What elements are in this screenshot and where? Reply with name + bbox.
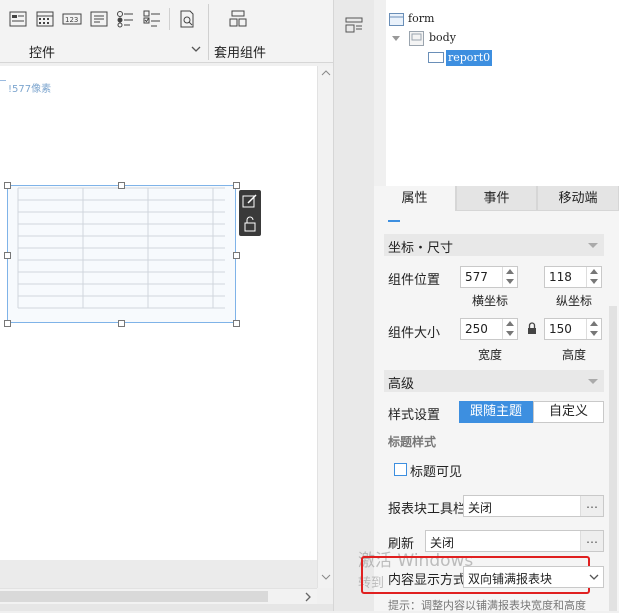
spinner-icon[interactable] — [502, 267, 517, 287]
title-style-label: 标题样式 — [388, 435, 437, 449]
resize-handle[interactable] — [4, 182, 11, 189]
spinner-icon[interactable] — [502, 319, 517, 339]
resize-handle[interactable] — [233, 320, 240, 327]
tab-events[interactable]: 事件 — [456, 186, 537, 211]
style-label: 样式设置 — [388, 408, 441, 423]
form-icon[interactable] — [9, 10, 27, 28]
report-widget[interactable] — [7, 185, 236, 323]
coords-section-title: 坐标・尺寸 — [388, 241, 454, 256]
scroll-down-icon[interactable] — [321, 574, 331, 580]
title-visible-checkbox[interactable] — [394, 463, 407, 476]
tab-properties[interactable]: 属性 — [374, 186, 456, 211]
collapse-icon — [588, 379, 598, 384]
size-label: 组件大小 — [388, 326, 441, 341]
advanced-section-header[interactable]: 高级 — [384, 370, 604, 392]
x-position-value: 577 — [465, 270, 488, 284]
side-tool-column — [333, 0, 375, 611]
resize-handle[interactable] — [118, 182, 125, 189]
report-toolbar-label: 报表块工具栏 — [388, 502, 467, 517]
display-mode-value: 双向铺满报表块 — [468, 572, 553, 586]
resize-handle[interactable] — [4, 252, 11, 259]
scroll-thumb[interactable] — [0, 591, 268, 602]
design-canvas[interactable]: !577像素 — [0, 66, 317, 560]
widget-tree: form body report0 — [374, 0, 619, 186]
x-position-input[interactable]: 577 — [460, 266, 518, 288]
search-tree-icon[interactable] — [178, 10, 196, 28]
chevron-down-icon[interactable] — [589, 574, 599, 581]
component-toolbar: 123 控件 套用组件 — [0, 0, 333, 63]
y-position-value: 118 — [549, 270, 572, 284]
vertical-scrollbar[interactable] — [317, 66, 334, 588]
y-caption: 纵坐标 — [556, 294, 593, 308]
unlock-icon[interactable] — [242, 216, 258, 232]
calendar-icon[interactable] — [36, 10, 54, 28]
height-caption: 高度 — [562, 348, 587, 362]
number-field-icon[interactable]: 123 — [62, 10, 82, 28]
properties-scrollbar[interactable] — [609, 306, 617, 611]
display-mode-label: 内容显示方式 — [388, 573, 467, 588]
lock-ratio-icon[interactable] — [527, 322, 537, 335]
scroll-up-icon[interactable] — [321, 70, 331, 76]
width-value: 250 — [465, 322, 488, 336]
tree-node-form[interactable]: form — [408, 12, 434, 25]
height-input[interactable]: 150 — [544, 318, 602, 340]
width-caption: 宽度 — [478, 348, 503, 362]
report-toolbar-value: 关闭 — [468, 501, 493, 515]
position-label: 组件位置 — [388, 273, 441, 288]
tab-mobile[interactable]: 移动端 — [537, 186, 619, 211]
tree-node-body[interactable]: body — [429, 31, 456, 44]
layout-panel-icon[interactable] — [345, 17, 363, 33]
checkbox-group-icon[interactable] — [143, 10, 161, 28]
report-grid — [17, 187, 225, 309]
report-toolbar-field[interactable]: 关闭 … — [463, 495, 604, 517]
title-visible-label: 标题可见 — [410, 465, 463, 480]
ruler-text: !577像素 — [8, 84, 52, 95]
advanced-section-title: 高级 — [388, 377, 415, 392]
canvas-outside-area — [0, 560, 317, 588]
display-mode-select[interactable]: 双向铺满报表块 — [463, 566, 604, 588]
form-node-icon — [389, 13, 404, 26]
properties-panel: 属性 事件 移动端 坐标・尺寸 组件位置 577 118 横坐标 纵坐标 组件大… — [358, 186, 619, 612]
scroll-right-icon[interactable] — [304, 592, 312, 602]
radio-group-icon[interactable] — [116, 10, 134, 28]
expand-icon[interactable] — [392, 36, 400, 42]
coords-section-header[interactable]: 坐标・尺寸 — [384, 234, 604, 256]
spinner-icon[interactable] — [586, 267, 601, 287]
height-value: 150 — [549, 322, 572, 336]
apply-component-label[interactable]: 套用组件 — [214, 42, 266, 61]
edit-icon[interactable] — [242, 193, 258, 209]
resize-handle[interactable] — [233, 182, 240, 189]
status-bar — [0, 604, 333, 611]
tree-node-report0[interactable]: report0 — [446, 50, 493, 66]
x-caption: 横坐标 — [472, 294, 509, 308]
chevron-down-icon[interactable] — [191, 46, 201, 53]
y-position-input[interactable]: 118 — [544, 266, 602, 288]
horizontal-scrollbar[interactable] — [0, 588, 317, 605]
controls-label[interactable]: 控件 — [29, 42, 55, 61]
resize-handle[interactable] — [118, 320, 125, 327]
resize-handle[interactable] — [4, 320, 11, 327]
collapse-icon — [588, 243, 598, 248]
more-options-icon[interactable]: … — [580, 531, 603, 551]
follow-theme-button[interactable]: 跟随主题 — [459, 401, 533, 423]
resize-handle[interactable] — [233, 252, 240, 259]
body-node-icon — [409, 31, 424, 46]
svg-text:123: 123 — [65, 16, 78, 24]
widget-action-bar — [239, 190, 261, 236]
component-layout-icon[interactable] — [229, 10, 247, 28]
spinner-icon[interactable] — [586, 319, 601, 339]
more-options-icon[interactable]: … — [580, 496, 603, 516]
width-input[interactable]: 250 — [460, 318, 518, 340]
custom-style-button[interactable]: 自定义 — [533, 401, 604, 423]
report-node-icon — [428, 52, 444, 63]
text-area-icon[interactable] — [90, 10, 108, 28]
